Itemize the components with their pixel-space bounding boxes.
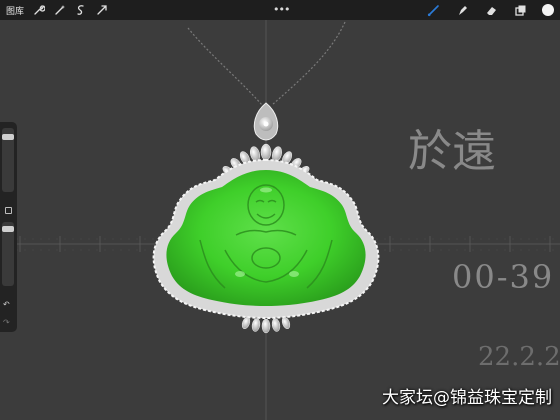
undo-icon[interactable]: ↶ (3, 300, 10, 309)
layers-icon[interactable] (513, 3, 527, 17)
top-toolbar: 图库 ••• (0, 0, 560, 20)
brush-size-knob[interactable] (2, 134, 14, 140)
drawing-canvas[interactable]: 於遠 00-39 22.2.21 (0, 20, 560, 420)
opacity-slider[interactable] (2, 222, 14, 286)
transform-arrow-icon[interactable] (96, 4, 108, 16)
brush-size-slider[interactable] (2, 128, 14, 192)
opacity-knob[interactable] (2, 226, 14, 232)
brush-icon[interactable] (426, 3, 440, 17)
modify-button[interactable] (5, 207, 12, 214)
handwriting-mid: 00-39 (452, 258, 555, 296)
jade-pendant-drawing (0, 20, 560, 420)
handwriting-top: 於遠 (408, 126, 496, 177)
wrench-icon[interactable] (33, 4, 46, 16)
diamond-bail (253, 102, 279, 141)
gallery-button[interactable]: 图库 (6, 4, 24, 17)
eraser-icon[interactable] (484, 3, 498, 17)
color-picker-swatch[interactable] (542, 4, 554, 16)
magic-wand-icon[interactable] (54, 4, 66, 16)
smudge-icon[interactable] (455, 3, 469, 17)
brush-sidebar: ↶ ↷ (0, 122, 17, 332)
watermark-text: 大家坛@锦益珠宝定制 (382, 388, 552, 408)
redo-icon[interactable]: ↷ (3, 318, 10, 327)
more-menu-icon[interactable]: ••• (273, 3, 290, 16)
selection-icon[interactable] (75, 4, 87, 16)
handwriting-bottom: 22.2.21 (478, 342, 560, 372)
